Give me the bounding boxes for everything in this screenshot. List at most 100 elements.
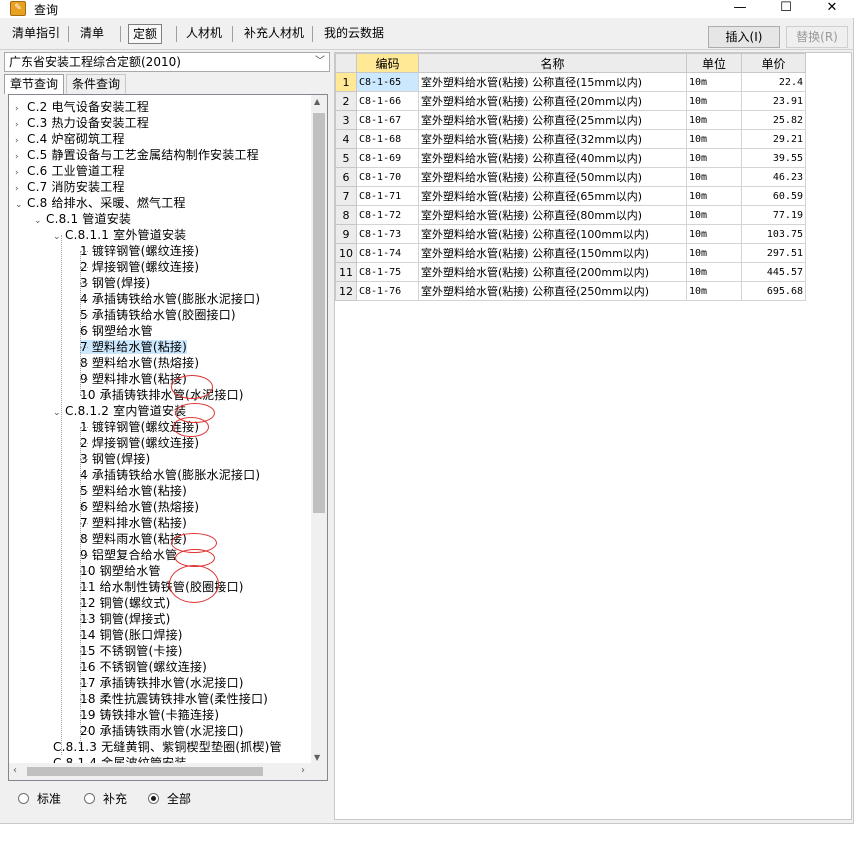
tree-node[interactable]: 12 铜管(螺纹式) (80, 595, 170, 611)
table-row[interactable]: 3 C8-1-67 室外塑料给水管(粘接) 公称直径(25mm以内) 10m 25.82 (335, 110, 806, 130)
scroll-right-icon[interactable]: › (301, 765, 305, 776)
minimize-icon[interactable]: — (717, 0, 763, 18)
tree-node[interactable]: ⌄ C.8.1 管道安装 (34, 211, 131, 227)
tree-node[interactable]: 10 钢塑给水管 (80, 563, 161, 579)
tree-node[interactable]: 2 焊接钢管(螺纹连接) (80, 435, 199, 451)
tab-chapter-search[interactable]: 章节查询 (4, 74, 65, 94)
chevron-down-icon[interactable]: ⌄ (15, 197, 27, 213)
tree-node[interactable]: ⌄ C.8.1.1 室外管道安装 (53, 227, 186, 243)
row-number[interactable]: 8 (335, 205, 357, 225)
row-number[interactable]: 1 (335, 72, 357, 92)
table-row[interactable]: 10 C8-1-74 室外塑料给水管(粘接) 公称直径(150mm以内) 10m 297… (335, 243, 806, 263)
tree-node[interactable]: 9 铝塑复合给水管 (80, 547, 177, 563)
name-cell[interactable]: 室外塑料给水管(粘接) 公称直径(80mm以内) (418, 205, 687, 225)
tree-node[interactable]: 8 塑料给水管(热熔接) (80, 355, 199, 371)
table-row[interactable]: 5 C8-1-69 室外塑料给水管(粘接) 公称直径(40mm以内) 10m 39.55 (335, 148, 806, 168)
table-row[interactable]: 8 C8-1-72 室外塑料给水管(粘接) 公称直径(80mm以内) 10m 77.19 (335, 205, 806, 225)
unit-cell[interactable]: 10m (686, 243, 742, 263)
unit-cell[interactable]: 10m (686, 186, 742, 206)
table-row[interactable]: 12 C8-1-76 室外塑料给水管(粘接) 公称直径(250mm以内) 10m 695… (335, 281, 806, 301)
price-cell[interactable]: 23.91 (741, 91, 806, 111)
radio-all[interactable]: 全部 (148, 790, 191, 808)
code-cell[interactable]: C8-1-70 (356, 167, 419, 187)
table-row[interactable]: 6 C8-1-70 室外塑料给水管(粘接) 公称直径(50mm以内) 10m 46.23 (335, 167, 806, 187)
code-cell[interactable]: C8-1-76 (356, 281, 419, 301)
price-cell[interactable]: 22.4 (741, 72, 806, 92)
tree-node[interactable]: ⌄ C.8 给排水、采暖、燃气工程 (15, 195, 186, 211)
scroll-up-icon[interactable]: ▲ (314, 97, 320, 106)
code-cell[interactable]: C8-1-75 (356, 262, 419, 282)
code-cell[interactable]: C8-1-74 (356, 243, 419, 263)
tree-node[interactable]: 14 铜管(胀口焊接) (80, 627, 183, 643)
name-cell[interactable]: 室外塑料给水管(粘接) 公称直径(250mm以内) (418, 281, 687, 301)
unit-cell[interactable]: 10m (686, 72, 742, 92)
tree-node[interactable]: 4 承插铸铁给水管(膨胀水泥接口) (80, 467, 260, 483)
tree-node[interactable]: 5 承插铸铁给水管(胶圈接口) (80, 307, 236, 323)
tree-node[interactable]: 3 钢管(焊接) (80, 275, 150, 291)
radio-supplement[interactable]: 补充 (84, 790, 127, 808)
column-header-name[interactable]: 名称 (418, 53, 687, 73)
code-cell[interactable]: C8-1-73 (356, 224, 419, 244)
unit-cell[interactable]: 10m (686, 110, 742, 130)
radio-standard[interactable]: 标准 (18, 790, 61, 808)
close-icon[interactable]: ✕ (809, 0, 854, 18)
code-cell[interactable]: C8-1-72 (356, 205, 419, 225)
code-cell[interactable]: C8-1-65 (356, 72, 419, 92)
table-row[interactable]: 2 C8-1-66 室外塑料给水管(粘接) 公称直径(20mm以内) 10m 23.91 (335, 91, 806, 111)
tree-node[interactable]: 17 承插铸铁排水管(水泥接口) (80, 675, 244, 691)
radio-icon[interactable] (18, 793, 29, 804)
name-cell[interactable]: 室外塑料给水管(粘接) 公称直径(50mm以内) (418, 167, 687, 187)
unit-cell[interactable]: 10m (686, 281, 742, 301)
tree-node[interactable]: 19 铸铁排水管(卡箍连接) (80, 707, 219, 723)
tab-labor-material-machine[interactable]: 人材机 (182, 24, 226, 44)
tab-condition-search[interactable]: 条件查询 (66, 74, 127, 94)
row-number[interactable]: 5 (335, 148, 357, 168)
table-row[interactable]: 7 C8-1-71 室外塑料给水管(粘接) 公称直径(65mm以内) 10m 60.59 (335, 186, 806, 206)
price-cell[interactable]: 60.59 (741, 186, 806, 206)
tree-node[interactable]: 7 塑料给水管(粘接) (80, 339, 188, 355)
row-number[interactable]: 7 (335, 186, 357, 206)
tree-node[interactable]: 10 承插铸铁排水管(水泥接口) (80, 387, 244, 403)
code-cell[interactable]: C8-1-69 (356, 148, 419, 168)
row-number[interactable]: 6 (335, 167, 357, 187)
table-row[interactable]: 9 C8-1-73 室外塑料给水管(粘接) 公称直径(100mm以内) 10m 103.… (335, 224, 806, 244)
unit-cell[interactable]: 10m (686, 224, 742, 244)
tree-node[interactable]: 6 钢塑给水管 (80, 323, 153, 339)
name-cell[interactable]: 室外塑料给水管(粘接) 公称直径(150mm以内) (418, 243, 687, 263)
tree-node[interactable]: › C.2 电气设备安装工程 (15, 99, 149, 115)
price-cell[interactable]: 46.23 (741, 167, 806, 187)
name-cell[interactable]: 室外塑料给水管(粘接) 公称直径(32mm以内) (418, 129, 687, 149)
tree-node[interactable]: 11 给水制性铸铁管(胶圈接口) (80, 579, 244, 595)
unit-cell[interactable]: 10m (686, 167, 742, 187)
name-cell[interactable]: 室外塑料给水管(粘接) 公称直径(20mm以内) (418, 91, 687, 111)
column-header-price[interactable]: 单价 (741, 53, 806, 73)
tree-horizontal-scrollbar[interactable]: ‹ › (9, 763, 327, 780)
code-cell[interactable]: C8-1-68 (356, 129, 419, 149)
chevron-down-icon[interactable]: ⌄ (53, 405, 65, 421)
tree-node[interactable]: 6 塑料给水管(热熔接) (80, 499, 199, 515)
radio-selected-icon[interactable] (148, 793, 159, 804)
tree-node[interactable]: › C.3 热力设备安装工程 (15, 115, 149, 131)
price-cell[interactable]: 29.21 (741, 129, 806, 149)
row-number[interactable]: 11 (335, 262, 357, 282)
column-header-unit[interactable]: 单位 (686, 53, 742, 73)
insert-button[interactable]: 插入(I) (708, 26, 780, 48)
replace-button[interactable]: 替换(R) (786, 26, 848, 48)
row-number[interactable]: 4 (335, 129, 357, 149)
tree-node[interactable]: 18 柔性抗震铸铁排水管(柔性接口) (80, 691, 268, 707)
radio-icon[interactable] (84, 793, 95, 804)
tree-node[interactable]: 4 承插铸铁给水管(膨胀水泥接口) (80, 291, 260, 307)
name-cell[interactable]: 室外塑料给水管(粘接) 公称直径(200mm以内) (418, 262, 687, 282)
code-cell[interactable]: C8-1-67 (356, 110, 419, 130)
row-number[interactable]: 3 (335, 110, 357, 130)
name-cell[interactable]: 室外塑料给水管(粘接) 公称直径(100mm以内) (418, 224, 687, 244)
code-cell[interactable]: C8-1-71 (356, 186, 419, 206)
tree-node[interactable]: 20 承插铸铁雨水管(水泥接口) (80, 723, 244, 739)
row-number[interactable]: 12 (335, 281, 357, 301)
unit-cell[interactable]: 10m (686, 129, 742, 149)
name-cell[interactable]: 室外塑料给水管(粘接) 公称直径(25mm以内) (418, 110, 687, 130)
price-cell[interactable]: 695.68 (741, 281, 806, 301)
price-cell[interactable]: 103.75 (741, 224, 806, 244)
price-cell[interactable]: 297.51 (741, 243, 806, 263)
price-cell[interactable]: 77.19 (741, 205, 806, 225)
